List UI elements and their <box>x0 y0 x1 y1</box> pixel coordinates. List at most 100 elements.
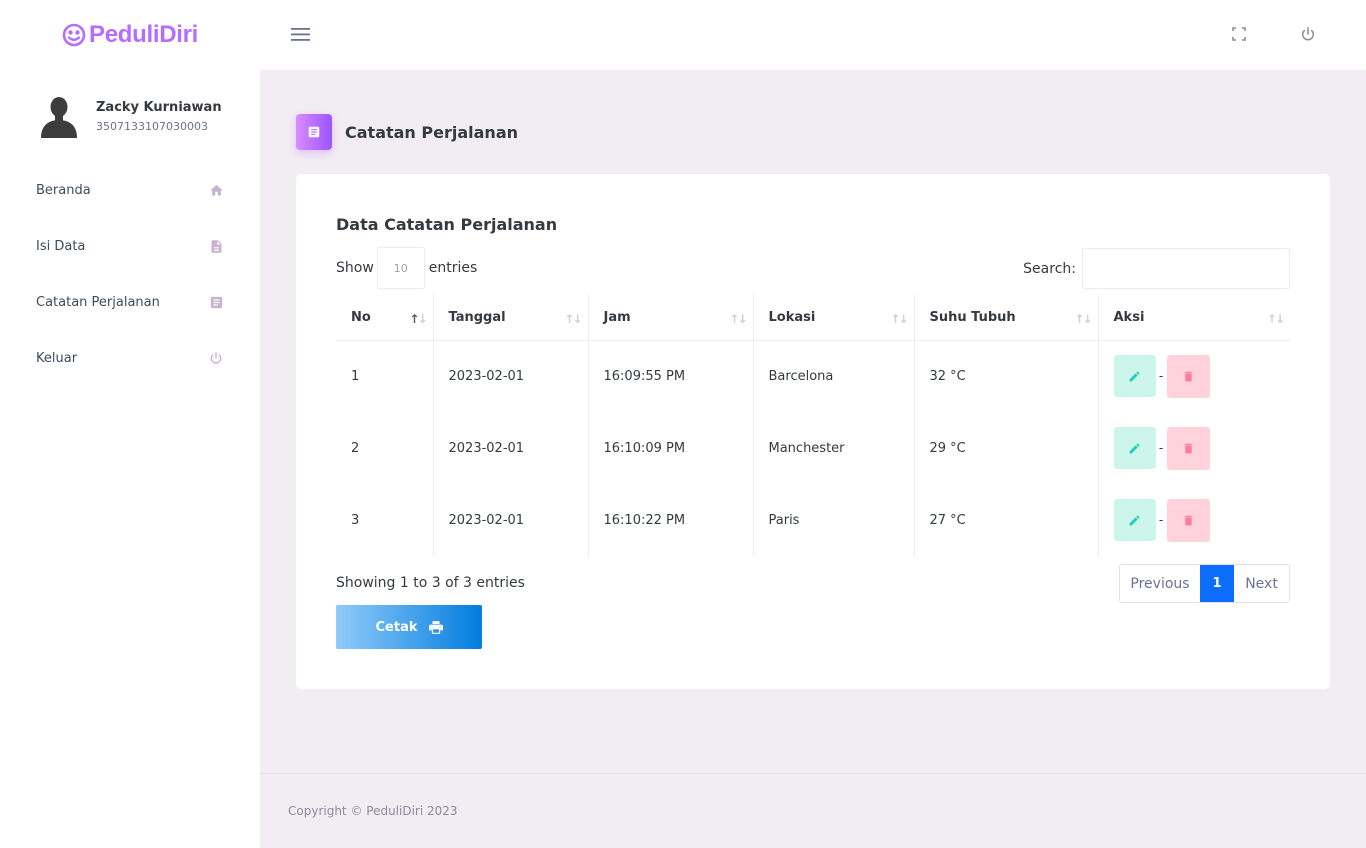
sort-icon: ↑↓ <box>1266 312 1285 326</box>
sort-asc-icon: ↑↓ <box>409 312 427 326</box>
action-separator: - <box>1158 441 1164 455</box>
page-header: Catatan Perjalanan <box>296 114 518 150</box>
cell-suhu: 29 °C <box>913 412 1098 484</box>
sidebar-item-beranda[interactable]: Beranda <box>0 162 260 218</box>
sort-icon: ↑↓ <box>729 312 747 326</box>
column-header-no[interactable]: No ↑↓ <box>336 295 433 341</box>
profile-info: Zacky Kurniawan 3507133107030003 <box>96 100 222 133</box>
avatar <box>41 97 77 138</box>
delete-button[interactable] <box>1166 354 1210 398</box>
pencil-icon <box>1129 515 1140 525</box>
cell-jam: 16:10:09 PM <box>587 412 753 484</box>
file-document-icon <box>208 238 224 254</box>
sort-icon: ↑↓ <box>564 312 582 326</box>
cell-jam: 16:10:22 PM <box>587 484 753 556</box>
home-icon <box>208 182 224 198</box>
sidebar-nav: Beranda Isi Data Catatan Perjalanan Kelu… <box>0 162 260 386</box>
column-label: No <box>351 309 371 325</box>
data-table: No ↑↓ Tanggal ↑↓ Jam ↑↓ Lokasi ↑↓ Suhu Tubuh… <box>336 295 1290 556</box>
brand-logo[interactable]: PeduliDiri <box>62 21 198 49</box>
pencil-icon <box>1129 443 1140 453</box>
user-profile[interactable]: Zacky Kurniawan 3507133107030003 <box>0 70 260 138</box>
sort-icon: ↑↓ <box>890 312 908 326</box>
next-page-button[interactable]: Next <box>1234 565 1289 602</box>
cell-lokasi: Paris <box>752 484 914 556</box>
cell-lokasi: Barcelona <box>752 340 914 412</box>
sidebar-item-label: Isi Data <box>36 238 86 254</box>
entries-length: Show 10 entries <box>336 247 477 289</box>
column-header-lokasi[interactable]: Lokasi ↑↓ <box>752 295 914 341</box>
action-separator: - <box>1158 513 1164 527</box>
sidebar-item-label: Keluar <box>36 350 78 366</box>
column-header-tanggal[interactable]: Tanggal ↑↓ <box>432 295 588 341</box>
pagination: Previous 1 Next <box>1119 564 1290 603</box>
cell-aksi: - <box>1097 484 1290 556</box>
sidebar-item-label: Beranda <box>36 182 91 198</box>
page-title: Catatan Perjalanan <box>345 122 518 142</box>
table-header-row: No ↑↓ Tanggal ↑↓ Jam ↑↓ Lokasi ↑↓ Suhu Tubuh… <box>336 295 1290 341</box>
edit-button[interactable] <box>1113 427 1156 469</box>
trash-icon <box>1184 515 1192 525</box>
brand[interactable]: PeduliDiri <box>0 0 260 70</box>
cell-suhu: 32 °C <box>913 340 1098 412</box>
action-separator: - <box>1158 369 1164 384</box>
sort-icon: ↑↓ <box>1074 312 1092 326</box>
cell-tanggal: 2023-02-01 <box>432 412 588 484</box>
search-label: Search: <box>1023 260 1076 277</box>
delete-button[interactable] <box>1166 426 1210 470</box>
printer-icon <box>428 620 443 634</box>
card-title: Data Catatan Perjalanan <box>336 215 558 234</box>
search-input[interactable] <box>1082 248 1290 289</box>
table-row: 2 2023-02-01 16:10:09 PM Manchester 29 °… <box>336 412 1290 484</box>
sidebar-item-keluar[interactable]: Keluar <box>0 330 260 386</box>
cell-suhu: 27 °C <box>913 484 1098 556</box>
sidebar-item-label: Catatan Perjalanan <box>36 294 160 310</box>
entries-label: entries <box>428 260 478 276</box>
cell-aksi: - <box>1097 340 1290 412</box>
cell-tanggal: 2023-02-01 <box>432 340 588 412</box>
column-label: Lokasi <box>768 309 816 325</box>
cell-aksi: - <box>1097 412 1290 484</box>
notes-icon <box>296 114 332 150</box>
search-area: Search: <box>1023 248 1290 289</box>
column-header-suhu-tubuh[interactable]: Suhu Tubuh ↑↓ <box>913 295 1098 341</box>
table-info: Showing 1 to 3 of 3 entries <box>336 575 525 591</box>
footer: Copyright © PeduliDiri 2023 <box>260 773 1366 848</box>
sidebar-item-catatan-perjalanan[interactable]: Catatan Perjalanan <box>0 274 260 330</box>
column-label: Jam <box>603 309 631 325</box>
previous-page-button[interactable]: Previous <box>1120 565 1200 602</box>
column-header-jam[interactable]: Jam ↑↓ <box>587 295 753 341</box>
cell-no: 3 <box>351 512 360 528</box>
table-row: 3 2023-02-01 16:10:22 PM Paris 27 °C - <box>336 484 1290 556</box>
cell-tanggal: 2023-02-01 <box>432 484 588 556</box>
column-label: Suhu Tubuh <box>929 309 1016 325</box>
power-icon[interactable] <box>1300 26 1316 42</box>
topbar <box>260 0 1366 70</box>
user-name: Zacky Kurniawan <box>96 99 222 115</box>
cell-no: 2 <box>351 440 360 456</box>
cell-no: 1 <box>351 368 360 384</box>
edit-button[interactable] <box>1113 499 1156 541</box>
data-card: Data Catatan Perjalanan Show 10 entries … <box>296 174 1330 689</box>
fullscreen-icon[interactable] <box>1232 27 1248 43</box>
column-header-aksi[interactable]: Aksi ↑↓ <box>1097 295 1290 341</box>
user-nik: 3507133107030003 <box>96 119 208 133</box>
sidebar-item-isi-data[interactable]: Isi Data <box>0 218 260 274</box>
entries-select[interactable]: 10 <box>376 247 425 289</box>
menu-toggle-icon[interactable] <box>291 27 311 43</box>
column-label: Tanggal <box>448 309 506 325</box>
trash-icon <box>1184 443 1192 453</box>
notes-icon <box>208 294 224 310</box>
print-button[interactable]: Cetak <box>336 605 482 649</box>
edit-button[interactable] <box>1113 355 1156 398</box>
cell-lokasi: Manchester <box>752 412 914 484</box>
show-label: Show <box>336 260 374 276</box>
brand-smile-icon <box>62 23 86 47</box>
column-label: Aksi <box>1113 309 1145 325</box>
page-1-button[interactable]: 1 <box>1200 565 1234 602</box>
sidebar: PeduliDiri Zacky Kurniawan 3507133107030… <box>0 0 260 848</box>
table-row: 1 2023-02-01 16:09:55 PM Barcelona 32 °C… <box>336 340 1290 412</box>
power-icon <box>208 350 224 366</box>
print-button-label: Cetak <box>375 619 418 635</box>
delete-button[interactable] <box>1166 498 1210 542</box>
